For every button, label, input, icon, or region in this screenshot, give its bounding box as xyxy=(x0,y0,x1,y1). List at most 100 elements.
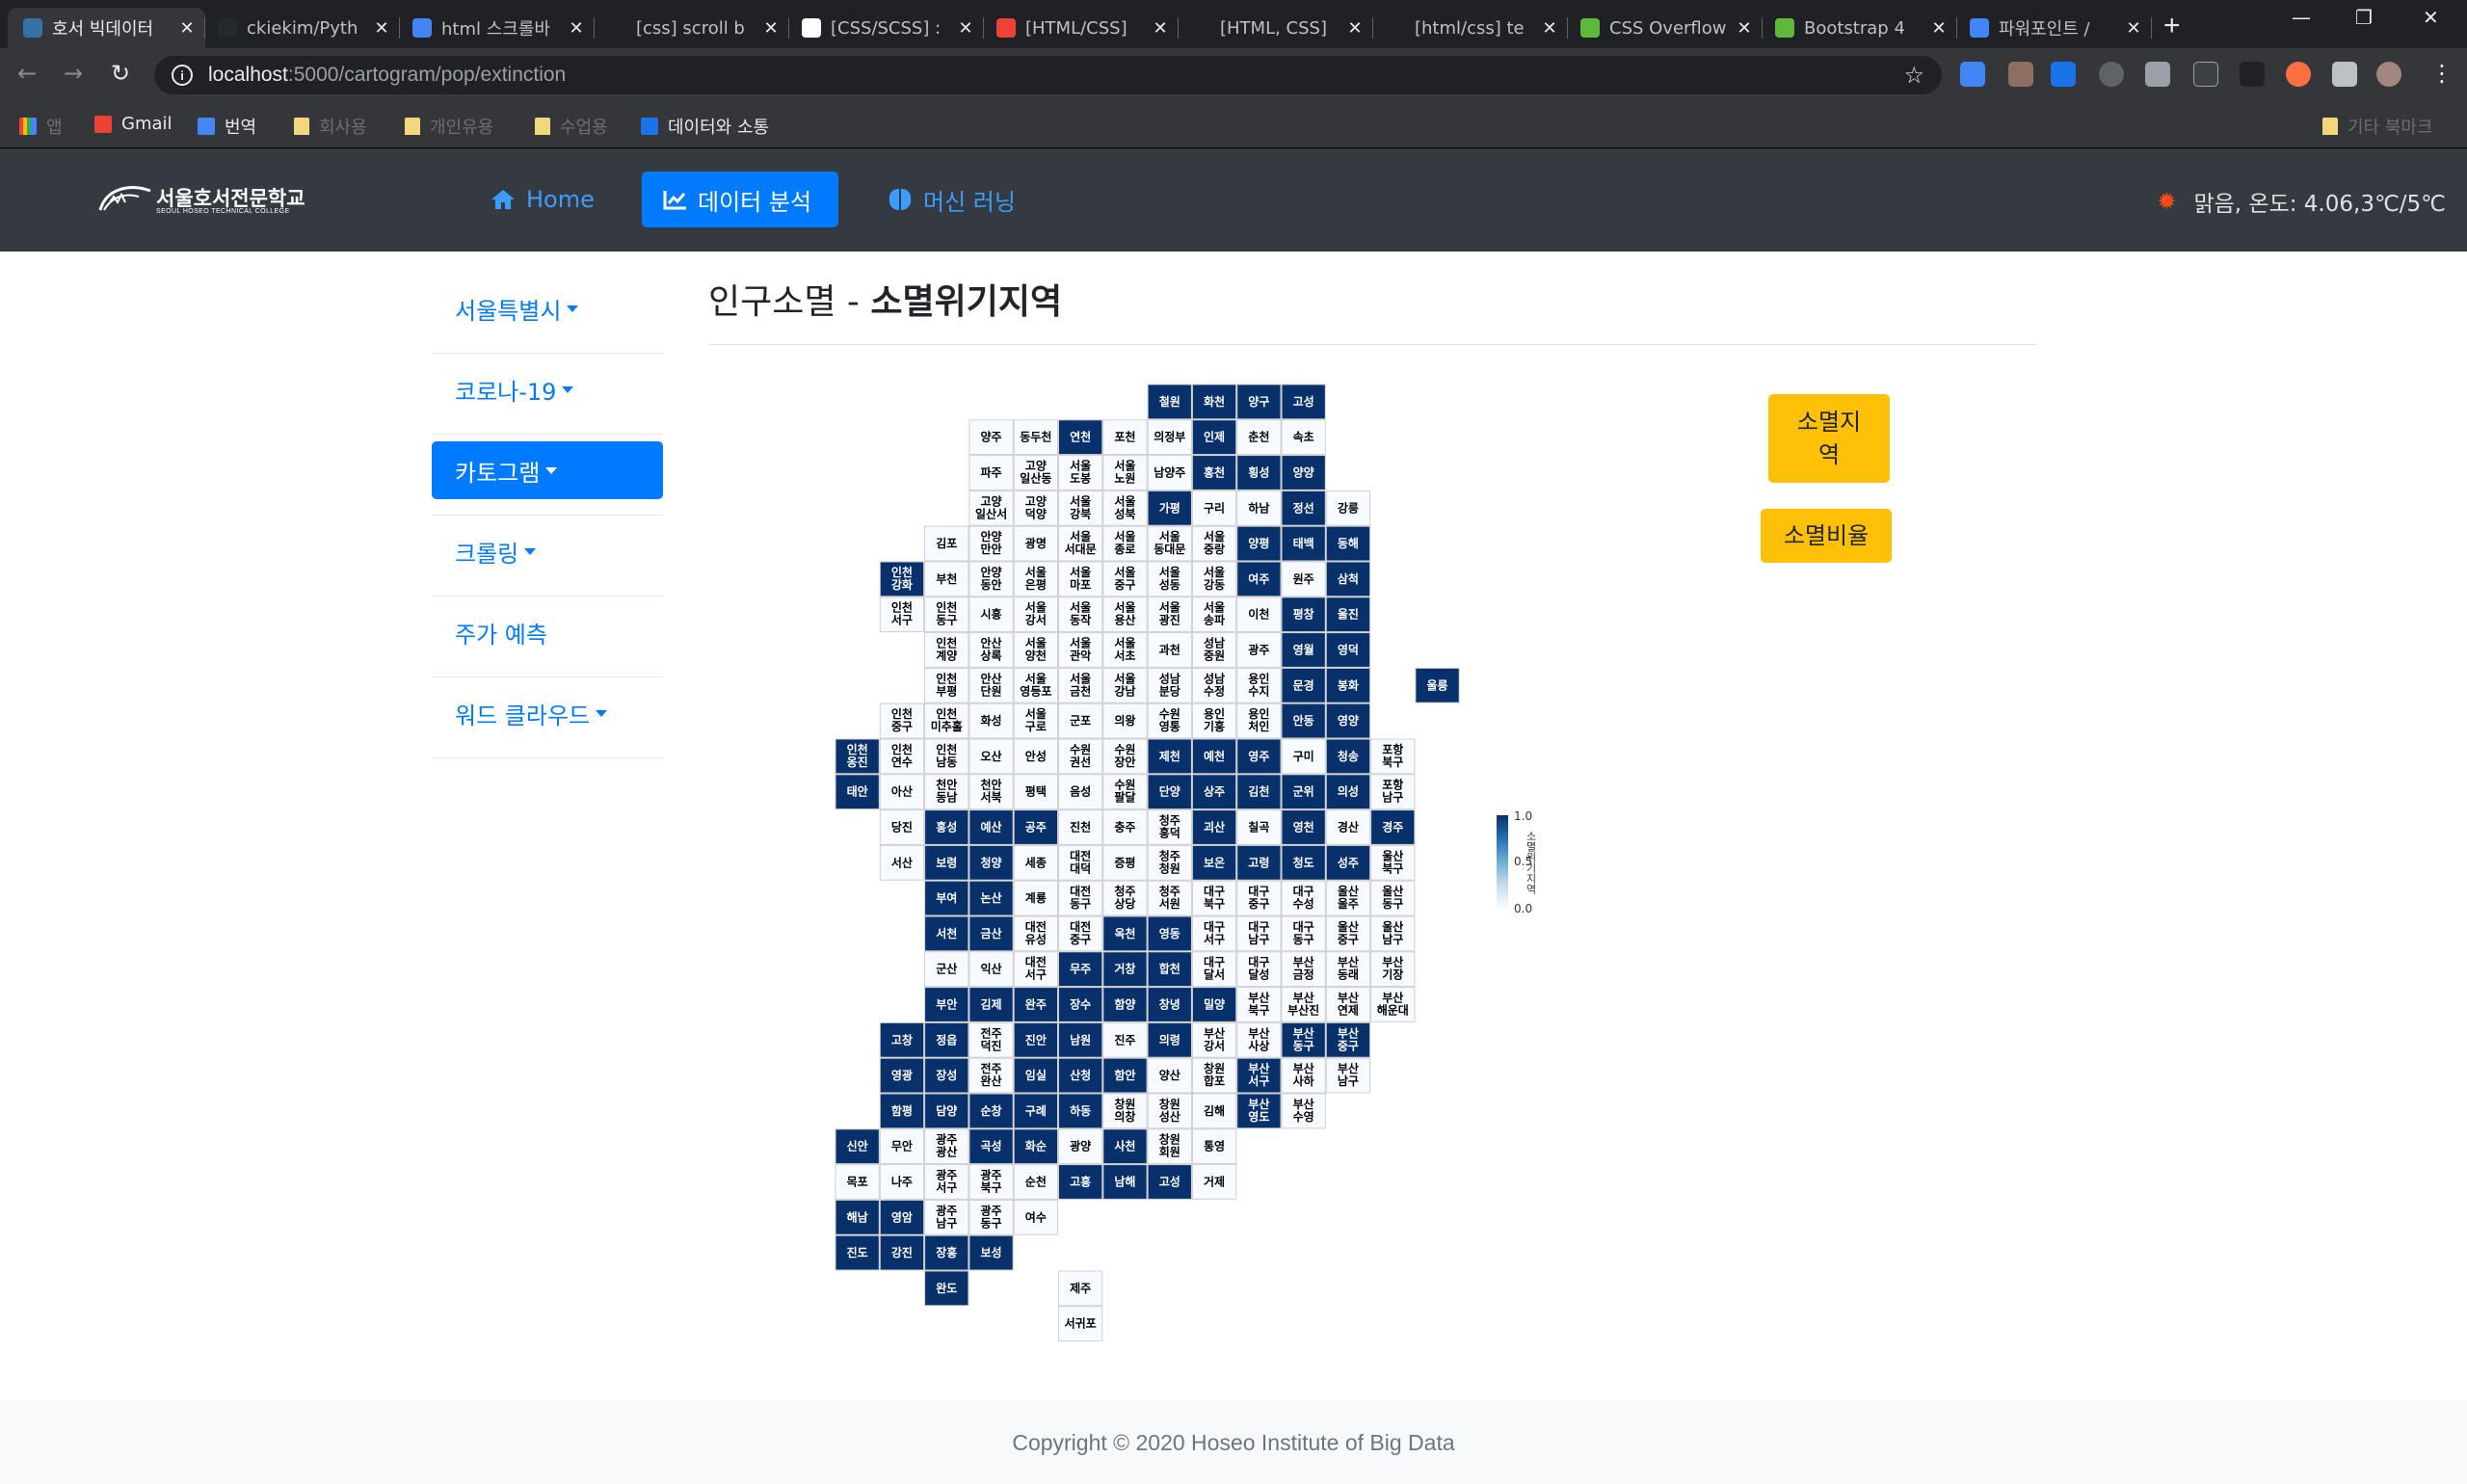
region-cell[interactable]: 정선 xyxy=(1281,490,1326,526)
region-cell[interactable]: 영월 xyxy=(1281,632,1326,668)
region-cell[interactable]: 청양 xyxy=(968,844,1014,881)
region-cell[interactable]: 대전 중구 xyxy=(1058,915,1103,952)
region-cell[interactable]: 수원 영통 xyxy=(1147,702,1192,739)
region-cell[interactable]: 서울 마포 xyxy=(1058,561,1103,597)
region-cell[interactable]: 부산 동래 xyxy=(1325,951,1371,988)
region-cell[interactable]: 용인 처인 xyxy=(1236,702,1282,739)
region-cell[interactable]: 김포 xyxy=(924,525,969,562)
region-cell[interactable]: 진도 xyxy=(835,1234,880,1271)
region-cell[interactable]: 의성 xyxy=(1325,774,1371,810)
region-cell[interactable]: 양평 xyxy=(1236,525,1282,562)
region-cell[interactable]: 서울 강동 xyxy=(1191,561,1237,597)
region-cell[interactable]: 서울 중랑 xyxy=(1191,525,1237,562)
region-cell[interactable]: 서울 성북 xyxy=(1102,490,1148,526)
region-cell[interactable]: 고성 xyxy=(1147,1164,1192,1200)
region-cell[interactable]: 단양 xyxy=(1147,774,1192,810)
region-cell[interactable]: 서울 동작 xyxy=(1058,596,1103,633)
region-cell[interactable]: 인천 부평 xyxy=(924,667,969,703)
region-cell[interactable]: 군포 xyxy=(1058,702,1103,739)
extinction-region-button[interactable]: 소멸지 역 xyxy=(1768,394,1890,483)
region-cell[interactable]: 오산 xyxy=(968,738,1014,775)
region-cell[interactable]: 청도 xyxy=(1281,844,1326,881)
region-cell[interactable]: 여수 xyxy=(1013,1199,1058,1235)
region-cell[interactable]: 부산 부산진 xyxy=(1281,987,1326,1022)
region-cell[interactable]: 서울 강남 xyxy=(1102,667,1148,703)
region-cell[interactable]: 울산 중구 xyxy=(1325,915,1371,952)
region-cell[interactable]: 부산 사하 xyxy=(1281,1057,1326,1094)
region-cell[interactable]: 의왕 xyxy=(1102,702,1148,739)
region-cell[interactable]: 서울 종로 xyxy=(1102,525,1148,562)
region-cell[interactable]: 김해 xyxy=(1191,1093,1237,1129)
region-cell[interactable]: 대전 유성 xyxy=(1013,915,1058,952)
region-cell[interactable]: 서울 동대문 xyxy=(1147,525,1192,562)
region-cell[interactable]: 진안 xyxy=(1013,1021,1058,1058)
region-cell[interactable]: 부산 수영 xyxy=(1281,1093,1326,1129)
region-cell[interactable]: 평창 xyxy=(1281,596,1326,633)
region-cell[interactable]: 서울 광진 xyxy=(1147,596,1192,633)
region-cell[interactable]: 수원 장안 xyxy=(1102,738,1148,775)
region-cell[interactable]: 창원 합포 xyxy=(1191,1057,1237,1094)
region-cell[interactable]: 구례 xyxy=(1013,1093,1058,1129)
region-cell[interactable]: 세종 xyxy=(1013,844,1058,881)
region-cell[interactable]: 서울 은평 xyxy=(1013,561,1058,597)
region-cell[interactable]: 충주 xyxy=(1102,809,1148,845)
region-cell[interactable]: 고령 xyxy=(1236,844,1282,881)
region-cell[interactable]: 춘천 xyxy=(1236,419,1282,456)
region-cell[interactable]: 안성 xyxy=(1013,738,1058,775)
region-cell[interactable]: 함양 xyxy=(1102,987,1148,1022)
region-cell[interactable]: 광주 서구 xyxy=(924,1164,969,1200)
region-cell[interactable]: 해남 xyxy=(835,1199,880,1235)
region-cell[interactable]: 서울 서초 xyxy=(1102,632,1148,668)
region-cell[interactable]: 이천 xyxy=(1236,596,1282,633)
region-cell[interactable]: 동해 xyxy=(1325,525,1371,562)
region-cell[interactable]: 김천 xyxy=(1236,774,1282,810)
region-cell[interactable]: 하동 xyxy=(1058,1093,1103,1129)
region-cell[interactable]: 인제 xyxy=(1191,419,1237,456)
region-cell[interactable]: 전주 덕진 xyxy=(968,1021,1014,1058)
region-cell[interactable]: 수원 팔달 xyxy=(1102,774,1148,810)
region-cell[interactable]: 영천 xyxy=(1281,809,1326,845)
region-cell[interactable]: 예산 xyxy=(968,809,1014,845)
region-cell[interactable]: 서울 성동 xyxy=(1147,561,1192,597)
region-cell[interactable]: 대구 서구 xyxy=(1191,915,1237,952)
region-cell[interactable]: 용인 수지 xyxy=(1236,667,1282,703)
region-cell[interactable]: 문경 xyxy=(1281,667,1326,703)
region-cell[interactable]: 안양 동안 xyxy=(968,561,1014,597)
region-cell[interactable]: 대전 대덕 xyxy=(1058,844,1103,881)
region-cell[interactable]: 부산 해운대 xyxy=(1370,987,1416,1022)
region-cell[interactable]: 당진 xyxy=(879,809,925,845)
region-cell[interactable]: 부산 중구 xyxy=(1325,1021,1371,1058)
region-cell[interactable]: 가평 xyxy=(1147,490,1192,526)
region-cell[interactable]: 대전 서구 xyxy=(1013,951,1058,988)
region-cell[interactable]: 순창 xyxy=(968,1093,1014,1129)
region-cell[interactable]: 대구 달성 xyxy=(1236,951,1282,988)
region-cell[interactable]: 익산 xyxy=(968,951,1014,988)
region-cell[interactable]: 목포 xyxy=(835,1164,880,1200)
region-cell[interactable]: 예천 xyxy=(1191,738,1237,775)
region-cell[interactable]: 상주 xyxy=(1191,774,1237,810)
region-cell[interactable]: 홍천 xyxy=(1191,455,1237,490)
region-cell[interactable]: 인천 남동 xyxy=(924,738,969,775)
region-cell[interactable]: 천안 동남 xyxy=(924,774,969,810)
region-cell[interactable]: 서귀포 xyxy=(1058,1306,1103,1342)
region-cell[interactable]: 광주 동구 xyxy=(968,1199,1014,1235)
region-cell[interactable]: 인천 옹진 xyxy=(835,738,880,775)
region-cell[interactable]: 청주 상당 xyxy=(1102,880,1148,916)
region-cell[interactable]: 광주 xyxy=(1236,632,1282,668)
region-cell[interactable]: 화순 xyxy=(1013,1128,1058,1165)
region-cell[interactable]: 서울 노원 xyxy=(1102,455,1148,490)
region-cell[interactable]: 광주 남구 xyxy=(924,1199,969,1235)
region-cell[interactable]: 보은 xyxy=(1191,844,1237,881)
region-cell[interactable]: 포항 남구 xyxy=(1370,774,1416,810)
region-cell[interactable]: 강진 xyxy=(879,1234,925,1271)
region-cell[interactable]: 서울 강서 xyxy=(1013,596,1058,633)
region-cell[interactable]: 서울 용산 xyxy=(1102,596,1148,633)
region-cell[interactable]: 사천 xyxy=(1102,1128,1148,1165)
region-cell[interactable]: 양양 xyxy=(1281,455,1326,490)
region-cell[interactable]: 서울 송파 xyxy=(1191,596,1237,633)
region-cell[interactable]: 함안 xyxy=(1102,1057,1148,1094)
region-cell[interactable]: 남원 xyxy=(1058,1021,1103,1058)
region-cell[interactable]: 광주 북구 xyxy=(968,1164,1014,1200)
region-cell[interactable]: 화천 xyxy=(1191,384,1237,420)
region-cell[interactable]: 영덕 xyxy=(1325,632,1371,668)
